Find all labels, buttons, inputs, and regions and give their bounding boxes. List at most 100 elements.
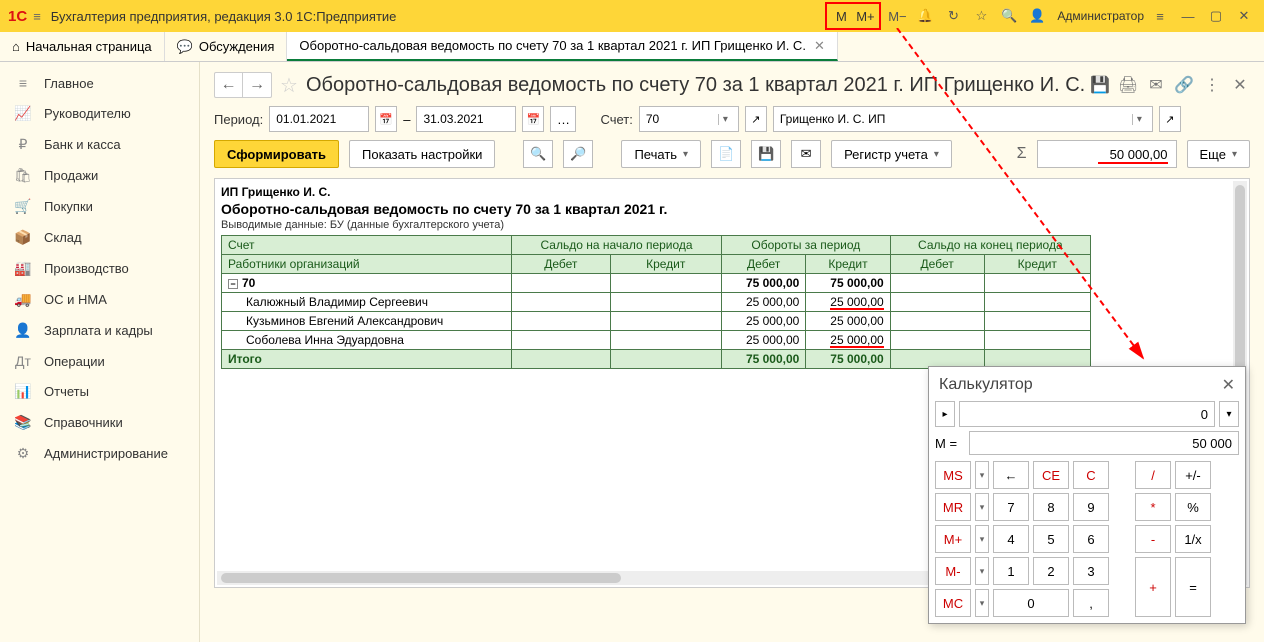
table-row[interactable]: Соболева Инна Эдуардовна 25 000,00 25 00… <box>222 331 1091 350</box>
period-select-icon[interactable]: … <box>550 106 576 132</box>
calc-0-button[interactable]: 0 <box>993 589 1069 617</box>
sidebar-item-assets[interactable]: 🚚ОС и НМА <box>0 284 199 315</box>
sidebar-item-ref[interactable]: 📚Справочники <box>0 407 199 438</box>
forward-arrow-icon[interactable]: → <box>243 73 271 97</box>
calc-3-button[interactable]: 3 <box>1073 557 1109 585</box>
table-row[interactable]: Кузьминов Евгений Александрович 25 000,0… <box>222 312 1091 331</box>
calculator-display[interactable]: 0 <box>959 401 1215 427</box>
sum-field[interactable]: 50 000,00 <box>1037 140 1177 168</box>
m-plus-icon[interactable]: M+ <box>853 4 877 28</box>
maximize-icon[interactable]: ▢ <box>1204 4 1228 28</box>
calc-plus-button[interactable]: + <box>1135 557 1171 617</box>
calc-ms-drop[interactable]: ▾ <box>975 461 989 489</box>
m-minus-icon[interactable]: M− <box>885 4 909 28</box>
calculator-close-icon[interactable]: ✕ <box>1222 375 1235 395</box>
calc-8-button[interactable]: 8 <box>1033 493 1069 521</box>
tab-active[interactable]: Оборотно-сальдовая ведомость по счету 70… <box>287 32 837 61</box>
calc-2-button[interactable]: 2 <box>1033 557 1069 585</box>
export-icon[interactable]: 📄 <box>711 140 741 168</box>
more-button[interactable]: Еще▾ <box>1187 140 1250 168</box>
sidebar-item-bank[interactable]: ₽Банк и касса <box>0 129 199 160</box>
calc-inv-button[interactable]: 1/x <box>1175 525 1211 553</box>
close-page-icon[interactable]: ✕ <box>1230 75 1250 95</box>
sidebar-item-sales[interactable]: 🛍Продажи <box>0 160 199 191</box>
calc-6-button[interactable]: 6 <box>1073 525 1109 553</box>
mail2-icon[interactable]: ✉ <box>791 140 821 168</box>
calc-mr-button[interactable]: MR <box>935 493 971 521</box>
chevron-down-icon[interactable]: ▾ <box>1132 114 1146 125</box>
print-icon[interactable]: 🖨 <box>1118 75 1138 95</box>
calc-mc-drop[interactable]: ▾ <box>975 589 989 617</box>
calc-eq-button[interactable]: = <box>1175 557 1211 617</box>
calc-history-icon[interactable]: ▸ <box>935 401 955 427</box>
calc-mul-button[interactable]: * <box>1135 493 1171 521</box>
calc-1-button[interactable]: 1 <box>993 557 1029 585</box>
form-button[interactable]: Сформировать <box>214 140 339 168</box>
calc-back-button[interactable]: ← <box>993 461 1029 489</box>
calendar-icon[interactable]: 📅 <box>522 106 544 132</box>
sidebar-item-admin[interactable]: ⚙Администрирование <box>0 438 199 469</box>
minimize-icon[interactable]: — <box>1176 4 1200 28</box>
tab-discuss[interactable]: 💬 Обсуждения <box>165 32 288 61</box>
link-icon[interactable]: 🔗 <box>1174 75 1194 95</box>
calc-pm-button[interactable]: +/- <box>1175 461 1211 489</box>
menu-icon[interactable]: ≡ <box>33 9 41 24</box>
calc-c-button[interactable]: C <box>1073 461 1109 489</box>
calc-div-button[interactable]: / <box>1135 461 1171 489</box>
favorite-star-icon[interactable]: ☆ <box>280 73 298 98</box>
show-settings-button[interactable]: Показать настройки <box>349 140 495 168</box>
tab-close-icon[interactable]: ✕ <box>814 38 825 54</box>
sidebar-item-purchase[interactable]: 🛒Покупки <box>0 191 199 222</box>
account-open-icon[interactable]: ↗ <box>745 106 767 132</box>
account-input[interactable]: 70▾ <box>639 106 739 132</box>
kebab-icon[interactable]: ⋮ <box>1202 75 1222 95</box>
save-icon[interactable]: 💾 <box>1090 75 1110 95</box>
calc-dot-button[interactable]: , <box>1073 589 1109 617</box>
calc-ce-button[interactable]: CE <box>1033 461 1069 489</box>
tab-home[interactable]: ⌂ Начальная страница <box>0 32 165 61</box>
sidebar-item-stock[interactable]: 📦Склад <box>0 222 199 253</box>
admin-label[interactable]: Администратор <box>1057 9 1144 23</box>
history-icon[interactable]: ↻ <box>941 4 965 28</box>
calc-mc-button[interactable]: MC <box>935 589 971 617</box>
m-icon[interactable]: M <box>829 4 853 28</box>
calc-ms-button[interactable]: MS <box>935 461 971 489</box>
close-icon[interactable]: ✕ <box>1232 4 1256 28</box>
collapse-icon[interactable]: − <box>228 279 238 289</box>
find-prev-icon[interactable]: 🔎 <box>563 140 593 168</box>
sidebar-item-operations[interactable]: ДтОперации <box>0 346 199 376</box>
sidebar-item-reports[interactable]: 📊Отчеты <box>0 376 199 407</box>
org-open-icon[interactable]: ↗ <box>1159 106 1181 132</box>
calc-sub-button[interactable]: - <box>1135 525 1171 553</box>
settings-icon[interactable]: ≡ <box>1148 4 1172 28</box>
bell-icon[interactable]: 🔔 <box>913 4 937 28</box>
back-arrow-icon[interactable]: ← <box>215 73 243 97</box>
calc-mr-drop[interactable]: ▾ <box>975 493 989 521</box>
sidebar-item-production[interactable]: 🏭Производство <box>0 253 199 284</box>
calc-mminus-button[interactable]: M- <box>935 557 971 585</box>
find-icon[interactable]: 🔍 <box>523 140 553 168</box>
search-icon[interactable]: 🔍 <box>997 4 1021 28</box>
register-button[interactable]: Регистр учета▾ <box>831 140 952 168</box>
calc-mplus-button[interactable]: M+ <box>935 525 971 553</box>
table-row[interactable]: −70 75 000,00 75 000,00 <box>222 274 1091 293</box>
calc-9-button[interactable]: 9 <box>1073 493 1109 521</box>
sidebar-item-salary[interactable]: 👤Зарплата и кадры <box>0 315 199 346</box>
sidebar-item-manager[interactable]: 📈Руководителю <box>0 98 199 129</box>
date-to-input[interactable]: 31.03.2021 <box>416 106 516 132</box>
calc-5-button[interactable]: 5 <box>1033 525 1069 553</box>
sidebar-item-main[interactable]: ≡Главное <box>0 68 199 98</box>
calendar-icon[interactable]: 📅 <box>375 106 397 132</box>
star-icon[interactable]: ☆ <box>969 4 993 28</box>
disk-icon[interactable]: 💾 <box>751 140 781 168</box>
calc-dropdown-icon[interactable]: ▾ <box>1219 401 1239 427</box>
calc-pct-button[interactable]: % <box>1175 493 1211 521</box>
calc-7-button[interactable]: 7 <box>993 493 1029 521</box>
calc-mminus-drop[interactable]: ▾ <box>975 557 989 585</box>
print-button[interactable]: Печать▾ <box>621 140 701 168</box>
chevron-down-icon[interactable]: ▾ <box>718 114 732 125</box>
table-row[interactable]: Калюжный Владимир Сергеевич 25 000,00 25… <box>222 293 1091 312</box>
mail-icon[interactable]: ✉ <box>1146 75 1166 95</box>
org-input[interactable]: Грищенко И. С. ИП▾ <box>773 106 1153 132</box>
calc-4-button[interactable]: 4 <box>993 525 1029 553</box>
